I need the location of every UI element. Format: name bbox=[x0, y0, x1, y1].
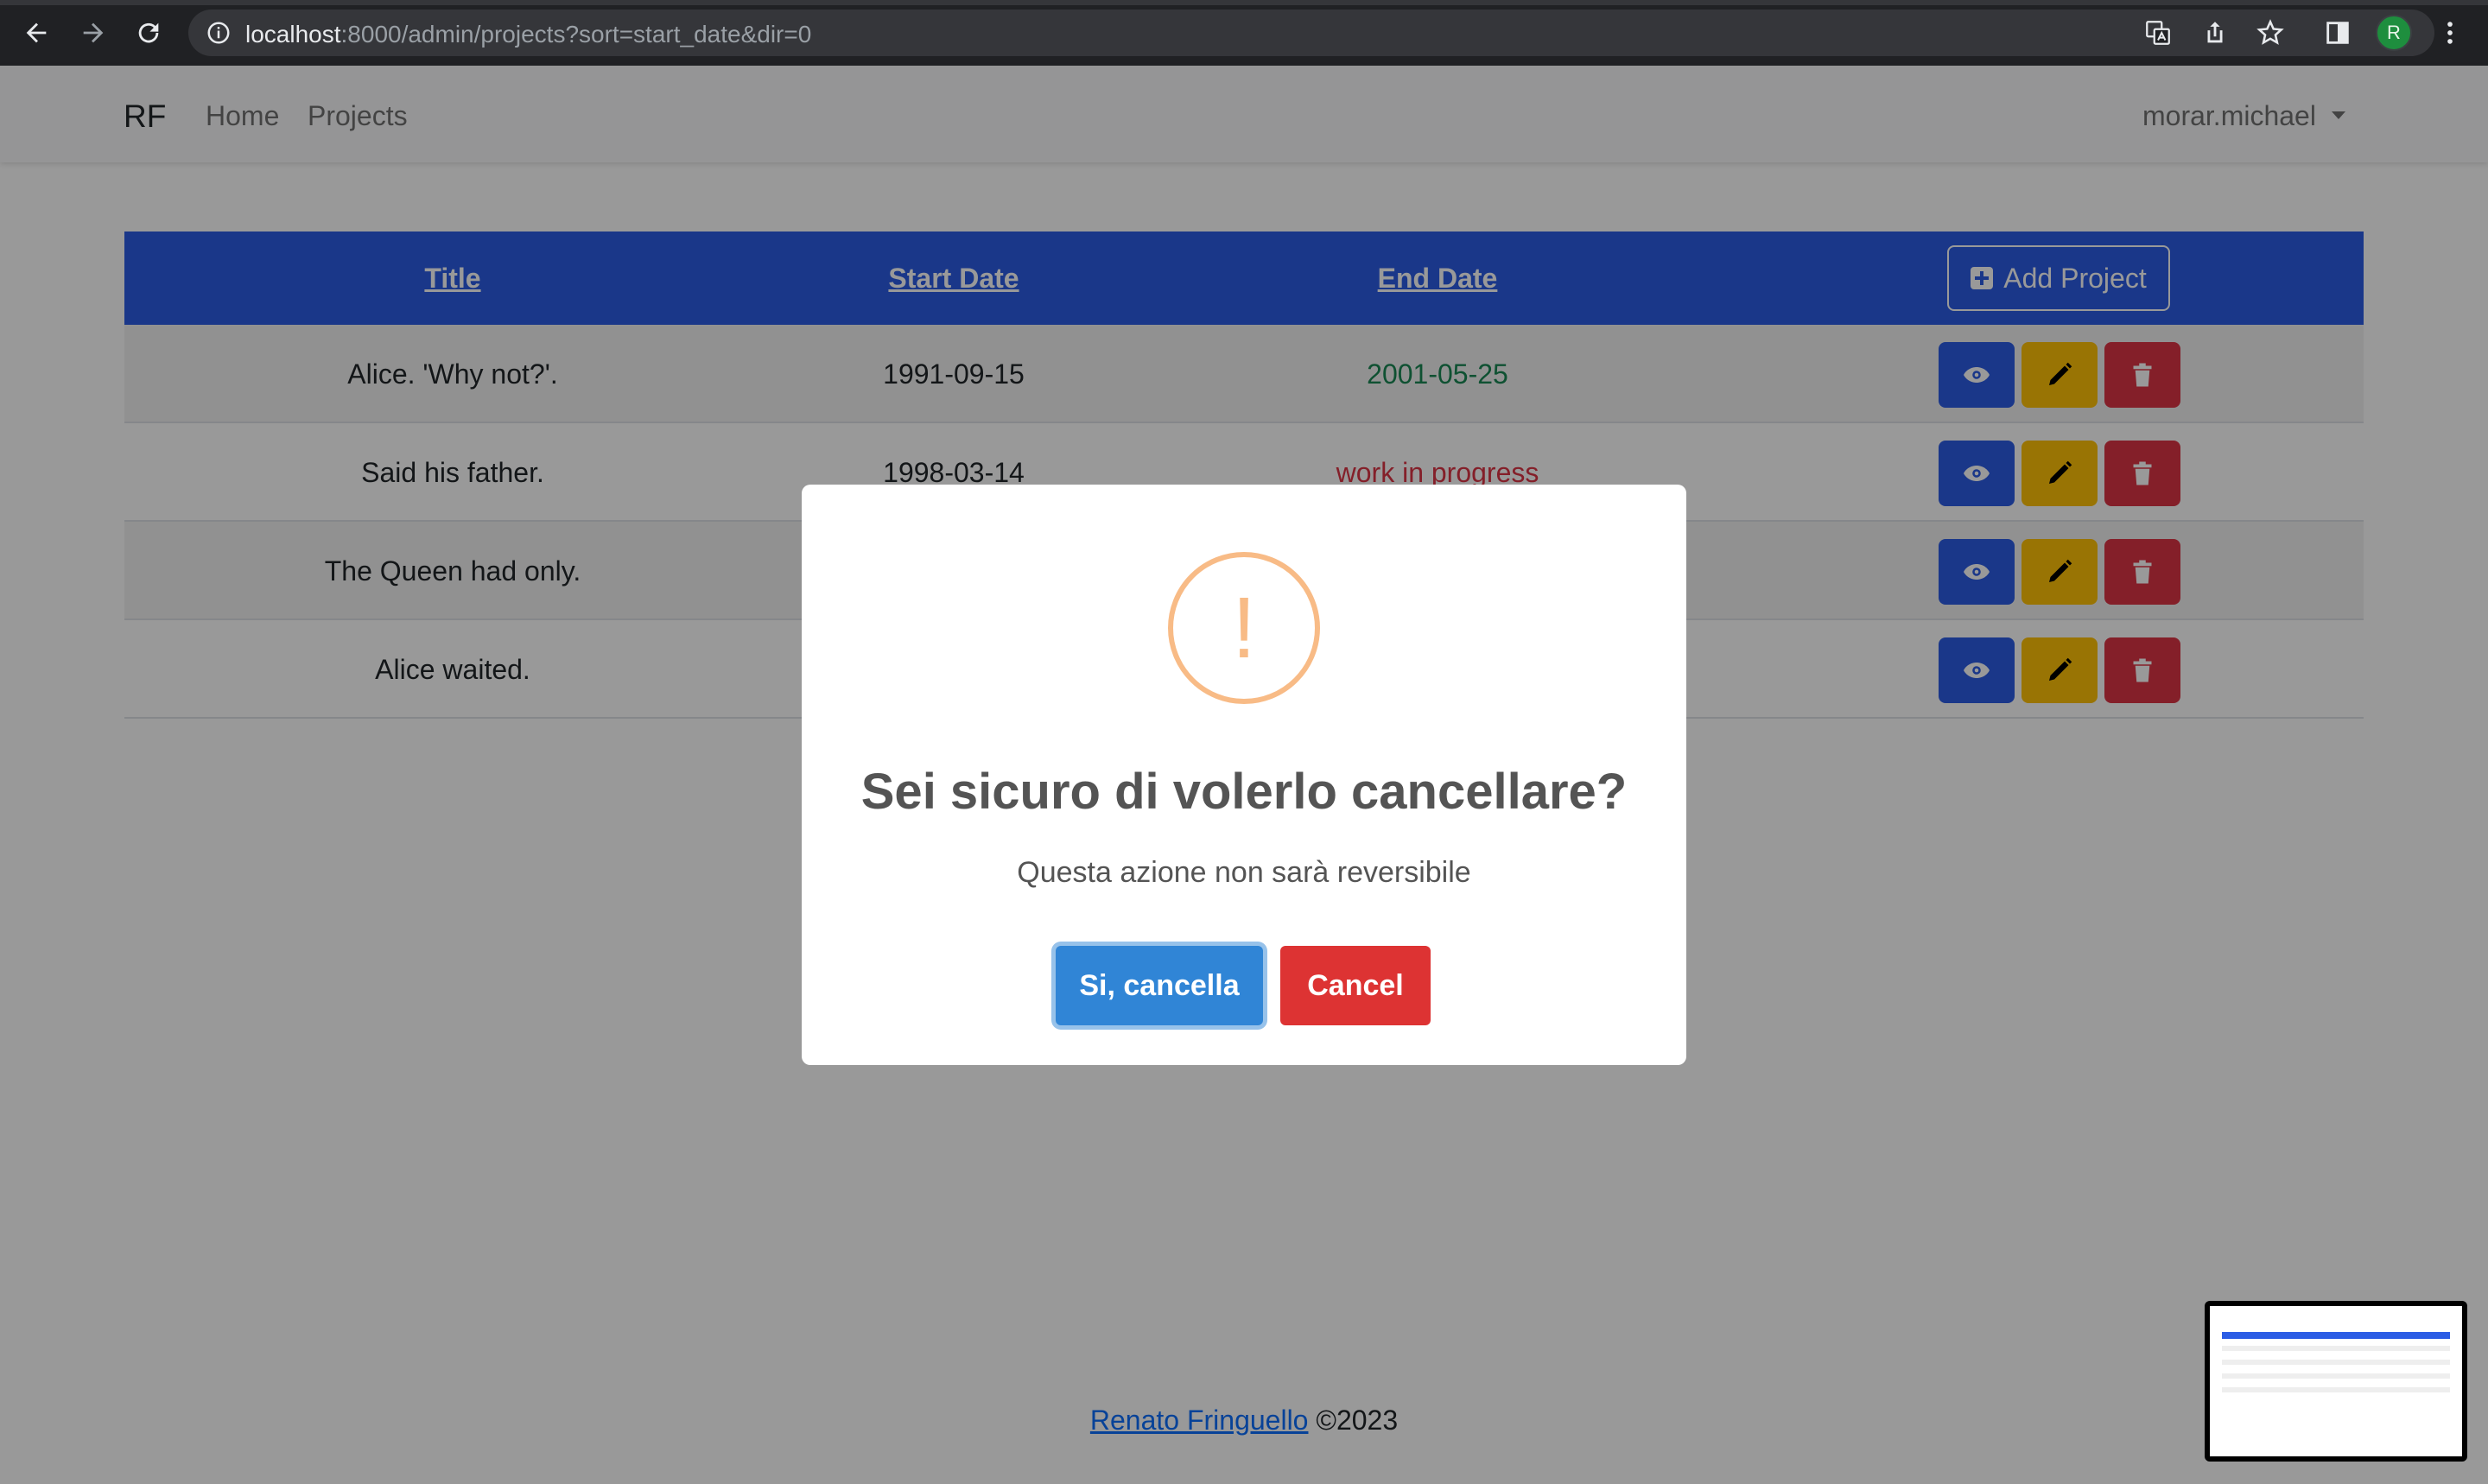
thumbnail-row bbox=[2222, 1387, 2450, 1392]
url-text: localhost:8000/admin/projects?sort=start… bbox=[245, 21, 811, 48]
arrow-left-icon bbox=[26, 22, 47, 43]
chrome-menu-button[interactable] bbox=[2428, 10, 2472, 55]
confirm-delete-button[interactable]: Si, cancella bbox=[1056, 946, 1263, 1025]
screenshot-thumbnail[interactable] bbox=[2205, 1301, 2467, 1462]
cancel-button[interactable]: Cancel bbox=[1280, 946, 1431, 1025]
share-button[interactable] bbox=[2193, 10, 2237, 55]
url-host: localhost bbox=[245, 21, 341, 48]
url-path: :8000/admin/projects?sort=start_date&dir… bbox=[340, 21, 812, 48]
thumbnail-row bbox=[2222, 1373, 2450, 1379]
profile-avatar[interactable]: R bbox=[2376, 15, 2412, 51]
kebab-menu-icon bbox=[2447, 22, 2453, 44]
address-bar[interactable]: localhost:8000/admin/projects?sort=start… bbox=[188, 10, 2434, 56]
thumbnail-header-bar bbox=[2222, 1332, 2450, 1339]
share-icon bbox=[2207, 22, 2223, 43]
reload-icon bbox=[138, 22, 159, 43]
chrome-top-line bbox=[0, 0, 2488, 5]
browser-chrome: localhost:8000/admin/projects?sort=start… bbox=[0, 0, 2488, 66]
thumbnail-row bbox=[2222, 1360, 2450, 1365]
bookmark-button[interactable] bbox=[2248, 10, 2293, 55]
forward-button[interactable] bbox=[71, 10, 116, 55]
reload-button[interactable] bbox=[126, 10, 171, 55]
info-icon[interactable] bbox=[206, 20, 232, 46]
warning-icon: ! bbox=[1168, 552, 1320, 704]
star-icon bbox=[2256, 19, 2284, 45]
side-panel-icon bbox=[2326, 22, 2349, 44]
translate-button[interactable] bbox=[2136, 10, 2180, 55]
arrow-right-icon bbox=[83, 22, 104, 43]
dialog-text: Questa azione non sarà reversibile bbox=[1017, 856, 1471, 889]
back-button[interactable] bbox=[14, 10, 59, 55]
thumbnail-screen bbox=[2210, 1306, 2462, 1456]
confirm-dialog: ! Sei sicuro di volerlo cancellare? Ques… bbox=[802, 485, 1686, 1065]
side-panel-button[interactable] bbox=[2315, 10, 2360, 55]
translate-icon bbox=[2146, 21, 2170, 45]
thumbnail-row bbox=[2222, 1346, 2450, 1351]
dialog-title: Sei sicuro di volerlo cancellare? bbox=[860, 764, 1628, 820]
